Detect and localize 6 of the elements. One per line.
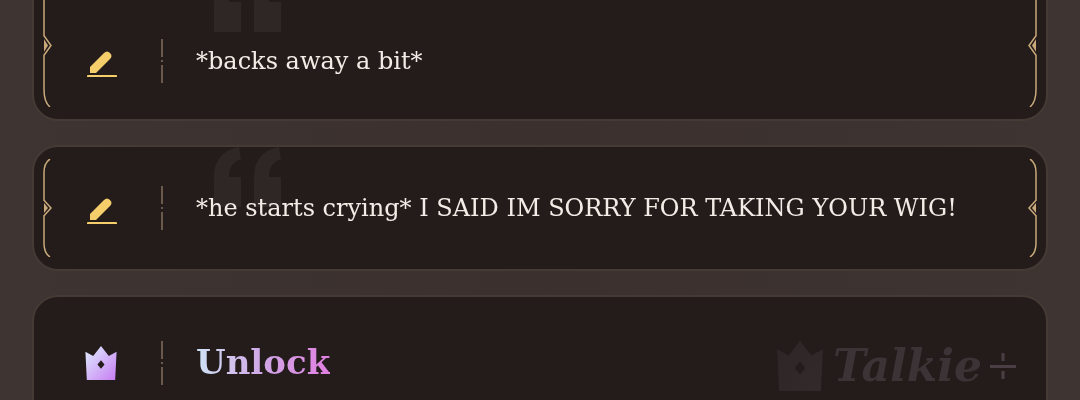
message-text: *backs away a bit*	[196, 45, 423, 77]
divider-mark	[160, 38, 164, 83]
divider-mark	[160, 340, 164, 385]
plus-icon	[990, 353, 1016, 379]
message-text: *he starts crying* I SAID IM SORRY FOR TAKING YOUR WIG!	[196, 193, 957, 224]
divider-mark	[160, 186, 164, 230]
